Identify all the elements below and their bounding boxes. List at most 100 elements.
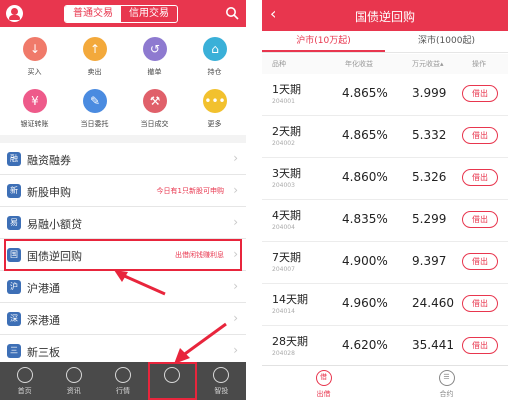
lend-button[interactable]: 借出: [462, 85, 498, 102]
grid-item[interactable]: ⚒ 当日成交: [130, 81, 179, 131]
lend-button[interactable]: 借出: [462, 211, 498, 228]
grid-item[interactable]: ••• 更多: [190, 81, 239, 131]
annual-rate: 4.620%: [342, 338, 388, 352]
nav-label: 出借: [316, 390, 331, 398]
grid-item-label: 买入: [27, 68, 42, 76]
lend-button[interactable]: 借出: [462, 295, 498, 312]
screenshot-root: 普通交易 信用交易 ↓ 买入 ↑ 卖出 ↺ 撤单 ⌂ 持仓 ¥ 银证转账 ✎ 当日委托 ⚒ 当日成交 •••…: [0, 0, 508, 400]
trade-type-tabs: 普通交易 信用交易: [64, 5, 178, 23]
annual-rate: 4.900%: [342, 254, 388, 268]
earnings-per-10k: 5.299: [412, 212, 447, 226]
daily-order-icon: ✎: [83, 89, 107, 113]
repo-screen: ‹ 国债逆回购 沪市(10万起) 深市(1000起) 品种 年化收益 万元收益▴…: [262, 0, 508, 400]
list-item-hint: 今日有1只新股可申购: [156, 187, 224, 195]
earnings-per-10k: 35.441: [412, 338, 454, 352]
loan-icon: 易: [7, 216, 21, 230]
grid-item[interactable]: ⌂ 持仓: [190, 29, 239, 79]
nav-home[interactable]: 首页: [0, 362, 49, 400]
nav-label: 智投: [214, 387, 229, 395]
neeq-icon: 三: [7, 344, 21, 358]
table-row: 7天期 204007 4.900% 9.397 借出: [262, 242, 508, 284]
table-row: 28天期 204028 4.620% 35.441 借出: [262, 326, 508, 368]
nav-news[interactable]: 资讯: [49, 362, 98, 400]
term-code: 204007: [272, 266, 295, 273]
term-name: 1天期: [272, 83, 301, 96]
grid-item[interactable]: ↺ 撤单: [130, 29, 179, 79]
lend-button[interactable]: 借出: [462, 127, 498, 144]
annual-rate: 4.960%: [342, 296, 388, 310]
tab-credit-trade[interactable]: 信用交易: [121, 6, 177, 22]
annual-rate: 4.860%: [342, 170, 388, 184]
list-item[interactable]: 易易融小额贷 ›: [0, 207, 246, 239]
grid-item-label: 持仓: [207, 68, 222, 76]
lend-button[interactable]: 借出: [462, 253, 498, 270]
annual-rate: 4.865%: [342, 86, 388, 100]
grid-item-label: 当日委托: [80, 120, 109, 128]
grid-item[interactable]: ✎ 当日委托: [70, 81, 119, 131]
chevron-right-icon: ›: [233, 279, 238, 293]
list-item[interactable]: 融融资融券 ›: [0, 143, 246, 175]
sort-icon: ▴: [440, 60, 444, 68]
grid-item[interactable]: ↑ 卖出: [70, 29, 119, 79]
lend-button[interactable]: 借出: [462, 169, 498, 186]
grid-item[interactable]: ↓ 买入: [10, 29, 59, 79]
nav-trade[interactable]: [147, 362, 197, 400]
earnings-per-10k: 24.460: [412, 296, 454, 310]
table-header: 品种 年化收益 万元收益▴ 操作: [262, 54, 508, 74]
position-icon: ⌂: [203, 37, 227, 61]
term-name: 14天期: [272, 293, 308, 306]
chevron-right-icon: ›: [233, 311, 238, 325]
nav-contract[interactable]: ☰ 合约: [385, 366, 508, 400]
highlight-box: [4, 239, 242, 271]
chevron-right-icon: ›: [233, 183, 238, 197]
grid-item-label: 撤单: [147, 68, 162, 76]
table-row: 3天期 204003 4.860% 5.326 借出: [262, 158, 508, 200]
grid-item-label: 卖出: [87, 68, 102, 76]
header-rate[interactable]: 年化收益: [345, 59, 373, 69]
function-grid: ↓ 买入 ↑ 卖出 ↺ 撤单 ⌂ 持仓 ¥ 银证转账 ✎ 当日委托 ⚒ 当日成交 ••• 更多: [0, 27, 246, 135]
grid-item-label: 银证转账: [20, 120, 49, 128]
list-item-label: 新股申购: [27, 186, 71, 199]
nav-smart-invest[interactable]: 智投: [197, 362, 246, 400]
annotation-arrow-icon: [174, 322, 227, 364]
lend-button[interactable]: 借出: [462, 337, 498, 354]
header-earn[interactable]: 万元收益▴: [412, 59, 444, 69]
annual-rate: 4.865%: [342, 128, 388, 142]
term-name: 3天期: [272, 167, 301, 180]
market-icon: [115, 367, 131, 383]
repo-bottom-nav: 借出借 ☰ 合约: [262, 365, 508, 400]
table-row: 14天期 204014 4.960% 24.460 借出: [262, 284, 508, 326]
bottom-nav: 首页 资讯 行情 智投: [0, 362, 246, 400]
table-row: 4天期 204004 4.835% 5.299 借出: [262, 200, 508, 242]
chevron-right-icon: ›: [233, 215, 238, 229]
tab-shanghai[interactable]: 沪市(10万起): [262, 31, 385, 52]
home-icon: [16, 367, 33, 383]
news-icon: [65, 367, 82, 383]
tab-normal-trade[interactable]: 普通交易: [65, 6, 121, 22]
nav-label: 合约: [439, 390, 454, 398]
list-item-label: 新三板: [27, 346, 60, 359]
list-item-label: 沪港通: [27, 282, 60, 295]
search-icon[interactable]: [225, 6, 239, 20]
trade-header: 普通交易 信用交易: [0, 0, 246, 27]
table-row: 2天期 204002 4.865% 5.332 借出: [262, 116, 508, 158]
grid-item-label: 更多: [207, 120, 222, 128]
grid-item[interactable]: ¥ 银证转账: [10, 81, 59, 131]
term-code: 204004: [272, 224, 295, 231]
user-avatar-icon[interactable]: [6, 5, 23, 22]
transfer-icon: ¥: [23, 89, 47, 113]
lend-icon: 借: [315, 370, 332, 386]
list-item-label: 易融小额贷: [27, 218, 82, 231]
list-item[interactable]: 新新股申购 今日有1只新股可申购 ›: [0, 175, 246, 207]
trade-icon: [164, 367, 181, 383]
earnings-per-10k: 5.332: [412, 128, 447, 142]
term-code: 204001: [272, 98, 295, 105]
nav-lend[interactable]: 借出借: [262, 366, 385, 400]
header-name: 品种: [272, 60, 286, 68]
nav-market[interactable]: 行情: [98, 362, 147, 400]
term-code: 204003: [272, 182, 295, 189]
list-item-label: 深港通: [27, 314, 60, 327]
tab-shenzhen[interactable]: 深市(1000起): [385, 31, 508, 52]
term-name: 2天期: [272, 125, 301, 138]
annotation-arrow-icon: [114, 270, 166, 296]
